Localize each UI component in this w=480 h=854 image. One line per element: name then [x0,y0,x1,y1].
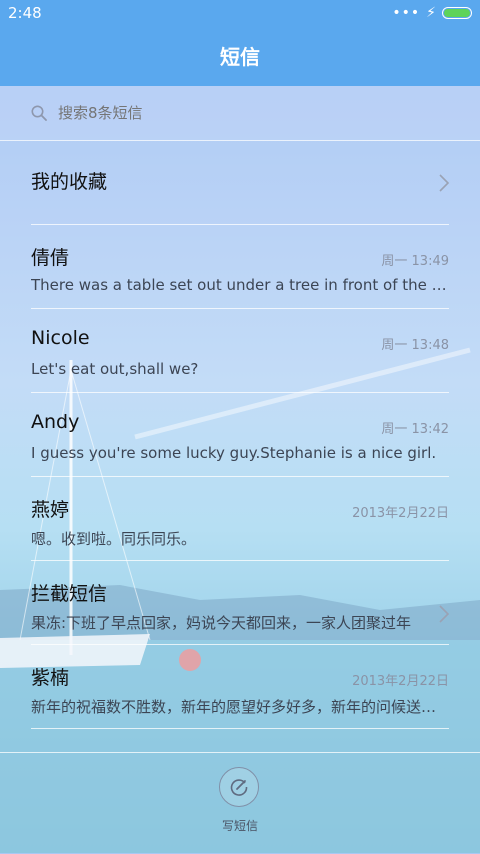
message-preview: 嗯。收到啦。同乐同乐。 [31,530,197,548]
message-preview: Let's eat out,shall we? [31,360,199,378]
message-date: 2013年2月22日 [352,674,449,689]
page-title: 短信 [220,45,260,69]
message-preview: There was a table set out under a tree i… [31,276,449,294]
conversation-item[interactable]: 倩倩 周一 13:49 There was a table set out un… [0,225,480,309]
signal-dots-icon: ••• [392,5,421,21]
contact-name: 紫楠 [31,667,70,689]
message-preview: I guess you're some lucky guy.Stephanie … [31,444,437,462]
message-date: 周一 13:49 [381,254,449,269]
search-input[interactable] [58,86,438,140]
message-date: 周一 13:42 [381,422,449,437]
message-date: 2013年2月22日 [352,506,449,521]
status-time: 2:48 [8,4,42,22]
message-preview: 新年的祝福数不胜数，新年的愿望好多好多，新年的问候送给你 [31,698,449,716]
message-date: 周一 13:48 [381,338,449,353]
charging-icon: ⚡ [426,5,436,21]
chevron-right-icon [439,174,450,192]
battery-icon [442,7,472,19]
blocked-messages-row[interactable]: 拦截短信 果冻:下班了早点回家，妈说今天都回来，一家人团聚过年 [0,561,480,645]
status-indicators: ••• ⚡ [392,6,472,20]
search-bar[interactable] [0,86,480,141]
contact-name: Andy [31,411,80,433]
conversation-item[interactable]: Andy 周一 13:42 I guess you're some lucky … [0,393,480,477]
conversation-item[interactable]: 紫楠 2013年2月22日 新年的祝福数不胜数，新年的愿望好多好多，新年的问候送… [0,645,480,729]
contact-name: Nicole [31,327,90,349]
search-icon [31,105,47,121]
compose-bar: 写短信 [0,752,480,854]
divider [31,728,449,729]
conversation-item[interactable]: Nicole 周一 13:48 Let's eat out,shall we? [0,309,480,393]
compose-button[interactable] [219,767,259,807]
contact-name: 倩倩 [31,247,70,269]
contact-name: 燕婷 [31,499,70,521]
compose-label: 写短信 [221,819,258,833]
favorites-row[interactable]: 我的收藏 [0,141,480,225]
status-bar: 2:48 ••• ⚡ [0,0,480,28]
app-header: 短信 [0,28,480,86]
compose-icon [230,779,248,796]
contact-name: 拦截短信 [31,583,108,605]
message-preview: 果冻:下班了早点回家，妈说今天都回来，一家人团聚过年 [31,614,412,632]
chevron-right-icon [439,605,450,623]
conversation-item[interactable]: 燕婷 2013年2月22日 嗯。收到啦。同乐同乐。 [0,477,480,561]
favorites-label: 我的收藏 [31,171,108,193]
conversation-list: 我的收藏 倩倩 周一 13:49 There was a table set o… [0,141,480,729]
